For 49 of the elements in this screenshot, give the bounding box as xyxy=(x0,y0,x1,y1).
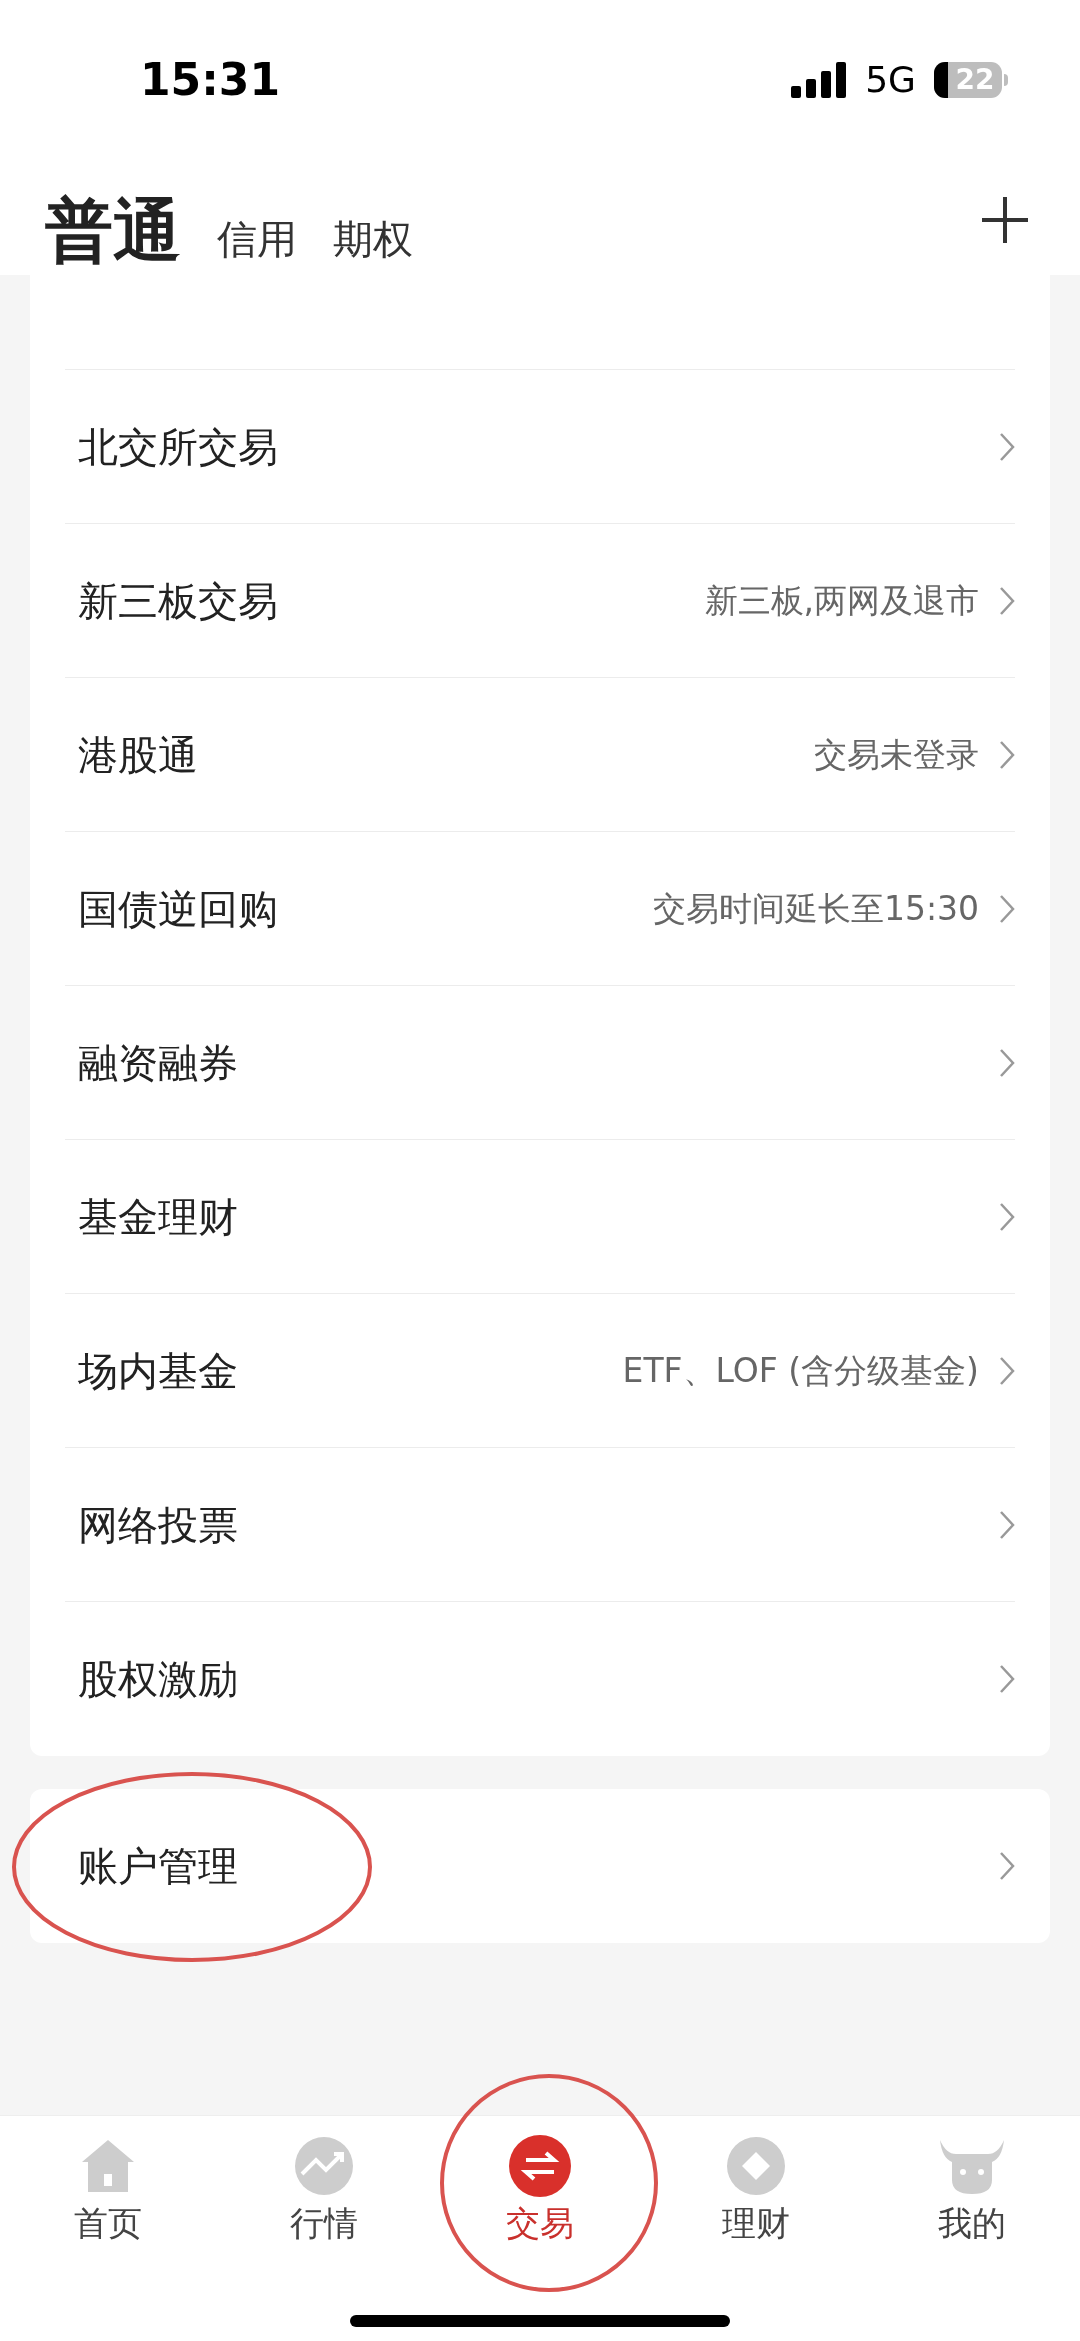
menu-label: 港股通 xyxy=(77,730,198,780)
chart-icon xyxy=(294,2136,354,2196)
nav-tab[interactable]: 交易 xyxy=(432,2134,648,2256)
menu-row[interactable]: 国债逆回购 交易时间延长至15:30 xyxy=(65,832,1015,986)
menu-row[interactable]: 网络投票 xyxy=(65,1448,1015,1602)
add-icon[interactable] xyxy=(980,195,1030,245)
chevron-right-icon xyxy=(999,1851,1015,1881)
chevron-right-icon xyxy=(999,1509,1015,1540)
menu-row[interactable]: 新三板交易 新三板,两网及退市 xyxy=(65,524,1015,678)
account-tab[interactable]: 信用 xyxy=(217,219,297,265)
menu-label: 账户管理 xyxy=(77,1842,238,1891)
menu-row[interactable]: 融资融券 xyxy=(65,986,1015,1140)
menu-detail: 交易未登录 xyxy=(814,733,979,776)
account-tab[interactable]: 期权 xyxy=(333,219,413,265)
menu-label: 北交所交易 xyxy=(77,422,278,472)
menu-label: 基金理财 xyxy=(77,1192,238,1242)
menu-row[interactable]: 港股通 交易未登录 xyxy=(65,678,1015,832)
chevron-right-icon xyxy=(999,739,1015,770)
menu-label: 国债逆回购 xyxy=(77,884,278,934)
menu-row[interactable]: 股权激励 xyxy=(65,1602,1015,1756)
menu-label: 网络投票 xyxy=(77,1500,238,1550)
battery-indicator: 22 xyxy=(934,62,1008,98)
menu-label: 股权激励 xyxy=(77,1655,238,1704)
chevron-right-icon xyxy=(999,1355,1015,1386)
menu-row[interactable]: 北交所交易 xyxy=(65,370,1015,524)
network-label: 5G xyxy=(865,58,916,102)
chevron-right-icon xyxy=(999,585,1015,616)
chevron-right-icon xyxy=(999,1201,1015,1232)
menu-detail: ETF、LOF (含分级基金) xyxy=(622,1349,979,1392)
diamond-coin-icon xyxy=(726,2136,786,2196)
nav-tab[interactable]: 我的 xyxy=(864,2134,1080,2256)
menu-detail: 新三板,两网及退市 xyxy=(704,579,979,622)
status-time: 15:31 xyxy=(140,53,281,107)
chevron-right-icon xyxy=(999,1664,1015,1694)
menu-row[interactable]: 基金理财 xyxy=(65,1140,1015,1294)
chevron-right-icon xyxy=(999,431,1015,462)
nav-tab[interactable]: 理财 xyxy=(648,2134,864,2256)
menu-row[interactable]: 账户管理 xyxy=(65,1789,1015,1943)
menu-detail: 交易时间延长至15:30 xyxy=(652,887,979,930)
signal-icon xyxy=(791,62,848,98)
nav-tab[interactable]: 首页 xyxy=(0,2134,216,2256)
chevron-right-icon xyxy=(999,1047,1015,1078)
menu-label: 融资融券 xyxy=(77,1038,238,1088)
exchange-icon xyxy=(508,2134,572,2198)
chevron-right-icon xyxy=(999,893,1015,924)
menu-label: 场内基金 xyxy=(77,1346,238,1396)
menu-label: 新三板交易 xyxy=(77,576,278,626)
menu-row[interactable]: 场内基金 ETF、LOF (含分级基金) xyxy=(65,1294,1015,1448)
nav-tab[interactable]: 行情 xyxy=(216,2134,432,2256)
